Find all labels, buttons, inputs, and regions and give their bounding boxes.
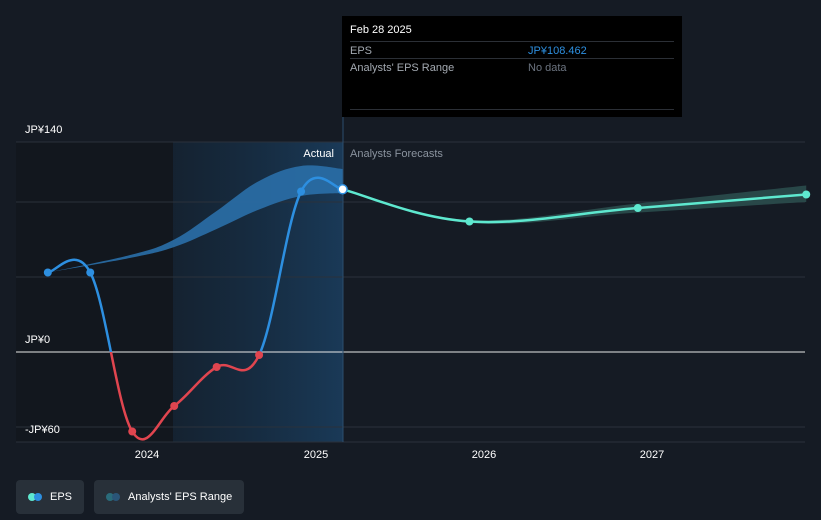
legend-eps[interactable]: EPS [16, 480, 85, 514]
tooltip-range-row: Analysts' EPS Range No data [350, 58, 674, 76]
tooltip-eps-row: EPS JP¥108.462 [350, 41, 674, 59]
y-tick-label-0: JP¥0 [25, 334, 51, 346]
tooltip-eps-label: EPS [350, 45, 373, 57]
past-region-shade [16, 142, 173, 442]
tooltip-date: Feb 28 2025 [350, 24, 412, 36]
x-tick-label-2024: 2024 [134, 449, 160, 461]
legend-eps-label: EPS [50, 491, 73, 503]
range-legend-icon [106, 493, 122, 501]
eps-forecast-point [633, 204, 642, 212]
tooltip: Feb 28 2025 EPS JP¥108.462 Analysts' EPS… [342, 16, 682, 117]
forecast-region-label: Analysts Forecasts [350, 148, 443, 160]
x-tick-label-2026: 2026 [471, 449, 497, 461]
eps-legend-icon [28, 493, 44, 501]
tooltip-range-value: No data [528, 62, 567, 74]
eps-current-point [337, 184, 348, 195]
eps-actual-point [212, 363, 221, 371]
x-tick-label-2025: 2025 [303, 449, 329, 461]
x-tick-label-2027: 2027 [639, 449, 665, 461]
eps-actual-point [86, 268, 95, 277]
eps-actual-point [43, 268, 52, 277]
actual-region-label: Actual [303, 148, 334, 160]
eps-forecast-point [802, 190, 811, 199]
analysts-eps-range-band-forecast [342, 185, 807, 224]
legend-range-label: Analysts' EPS Range [128, 491, 233, 503]
tooltip-range-label: Analysts' EPS Range [350, 62, 455, 74]
eps-actual-point [170, 402, 179, 410]
eps-actual-point [128, 427, 137, 436]
legend: EPS Analysts' EPS Range [16, 480, 245, 514]
eps-actual-point [297, 187, 306, 196]
y-tick-label-140: JP¥140 [25, 124, 63, 136]
eps-actual-point [255, 351, 264, 359]
eps-forecast-point [465, 217, 474, 226]
tooltip-divider [350, 109, 674, 110]
legend-analysts-range[interactable]: Analysts' EPS Range [94, 480, 245, 514]
tooltip-eps-value: JP¥108.462 [528, 45, 587, 57]
y-tick-label-neg60: -JP¥60 [25, 424, 60, 436]
